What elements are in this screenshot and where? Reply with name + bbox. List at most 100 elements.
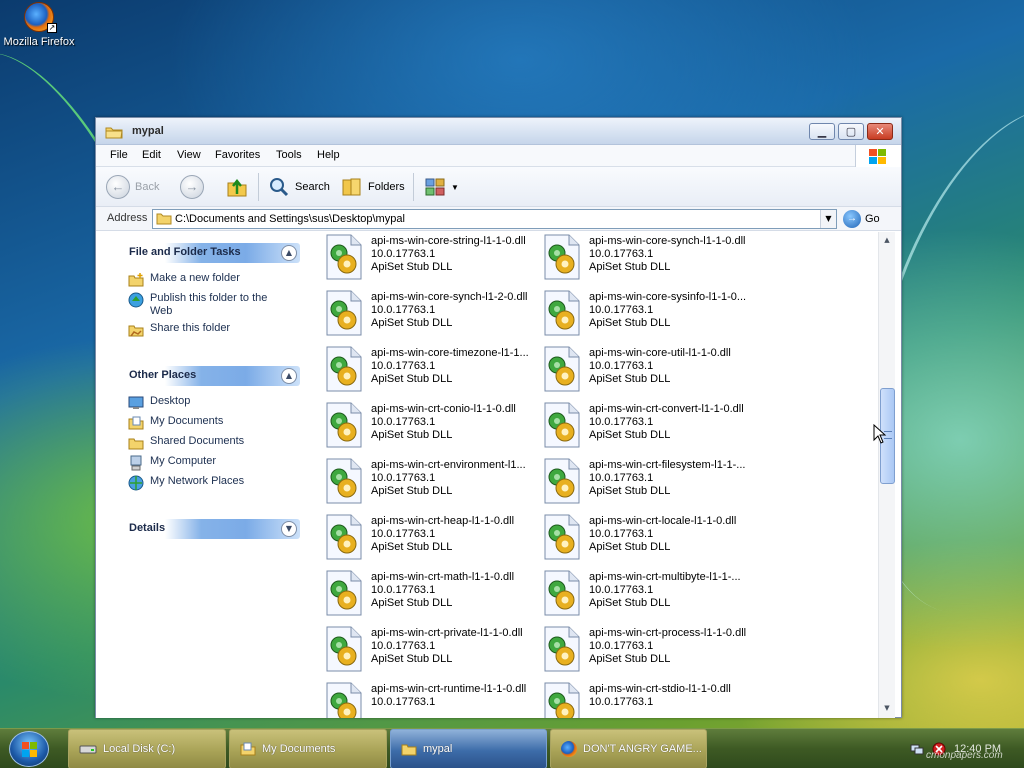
file-description: ApiSet Stub DLL (371, 317, 453, 329)
back-label: Back (135, 181, 160, 193)
taskbar-button-local-disk[interactable]: Local Disk (C:) (68, 729, 226, 768)
taskbar: Local Disk (C:) My Documents mypal DON'T… (0, 728, 1024, 768)
taskbar-button-mypal[interactable]: mypal (390, 729, 547, 768)
place-my-computer[interactable]: My Computer (128, 455, 290, 471)
views-button[interactable]: ▼ (424, 175, 459, 199)
place-my-network-places[interactable]: My Network Places (128, 475, 290, 491)
menu-tools[interactable]: Tools (276, 149, 302, 161)
dll-file-icon (326, 626, 362, 672)
file-item[interactable]: api-ms-win-core-util-l1-1-0.dll 10.0.1776… (526, 344, 744, 398)
resize-cursor-icon (873, 424, 887, 444)
group-header-details[interactable]: Details ▼ (120, 519, 300, 539)
shortcut-arrow-icon: ↗ (47, 23, 57, 33)
file-version: 10.0.17763.1 (371, 472, 436, 484)
go-arrow-icon: → (843, 210, 861, 228)
folders-icon (342, 178, 361, 196)
file-item[interactable]: api-ms-win-crt-process-l1-1-0.dll 10.0.17… (526, 624, 746, 678)
scroll-down-icon[interactable]: ▼ (879, 700, 895, 716)
file-description: ApiSet Stub DLL (589, 317, 671, 329)
place-desktop[interactable]: Desktop (128, 395, 290, 411)
menu-favorites[interactable]: Favorites (215, 149, 260, 161)
window-title: mypal (132, 125, 164, 137)
file-name: api-ms-win-crt-conio-l1-1-0.dll (371, 403, 516, 415)
file-item[interactable]: api-ms-win-crt-private-l1-1-0.dll 10.0.17… (308, 624, 526, 678)
file-version: 10.0.17763.1 (589, 584, 654, 596)
file-version: 10.0.17763.1 (371, 640, 436, 652)
expand-down-icon[interactable]: ▼ (281, 521, 297, 537)
file-item[interactable]: api-ms-win-crt-multibyte-l1-1-... 10.0.17… (526, 568, 744, 622)
file-item[interactable]: api-ms-win-core-synch-l1-2-0.dll 10.0.177… (308, 288, 527, 342)
minimize-button[interactable]: ▁ (809, 123, 835, 140)
forward-button[interactable]: → (180, 175, 204, 199)
start-button[interactable] (9, 731, 49, 767)
menu-view[interactable]: View (177, 149, 201, 161)
dll-file-icon (326, 514, 362, 560)
file-name: api-ms-win-crt-runtime-l1-1-0.dll (371, 683, 527, 695)
file-item[interactable]: api-ms-win-core-synch-l1-1-0.dll 10.0.177… (526, 232, 745, 286)
file-description: ApiSet Stub DLL (589, 261, 671, 273)
explorer-window: mypal ▁ ▢ ✕ File Edit View Favorites Too… (95, 117, 902, 718)
task-make-new-folder[interactable]: Make a new folder (128, 272, 290, 288)
windows-logo-icon (855, 145, 901, 167)
file-item[interactable]: api-ms-win-crt-filesystem-l1-1-... 10.0.1… (526, 456, 745, 510)
menu-edit[interactable]: Edit (142, 149, 161, 161)
file-version: 10.0.17763.1 (371, 528, 436, 540)
group-header-file-folder-tasks[interactable]: File and Folder Tasks ▲ (120, 243, 300, 263)
file-item[interactable]: api-ms-win-crt-locale-l1-1-0.dll 10.0.177… (526, 512, 744, 566)
file-description: ApiSet Stub DLL (371, 597, 453, 609)
folders-button[interactable]: Folders (341, 175, 405, 199)
file-item[interactable]: api-ms-win-crt-math-l1-1-0.dll 10.0.17763… (308, 568, 526, 622)
go-label: Go (865, 213, 880, 225)
file-item[interactable]: api-ms-win-crt-runtime-l1-1-0.dll 10.0.17… (308, 680, 526, 718)
file-item[interactable]: api-ms-win-crt-stdio-l1-1-0.dll 10.0.1776… (526, 680, 744, 718)
file-version: 10.0.17763.1 (371, 696, 436, 708)
back-button[interactable]: ← Back (106, 175, 159, 199)
menu-file[interactable]: File (110, 149, 128, 161)
file-item[interactable]: api-ms-win-crt-heap-l1-1-0.dll 10.0.17763… (308, 512, 526, 566)
desktop-shortcut-firefox[interactable]: ↗ Mozilla Firefox (2, 2, 76, 48)
watermark: cmonpapers.com (926, 750, 1003, 761)
task-publish-folder[interactable]: Publish this folder to the Web (128, 292, 290, 318)
taskbar-button-firefox[interactable]: DON'T ANGRY GAME... (550, 729, 707, 768)
file-name: api-ms-win-crt-stdio-l1-1-0.dll (589, 683, 731, 695)
network-places-icon (128, 475, 144, 491)
publish-web-icon (128, 292, 144, 308)
maximize-button[interactable]: ▢ (838, 123, 864, 140)
group-header-other-places[interactable]: Other Places ▲ (120, 366, 300, 386)
up-folder-button[interactable] (226, 175, 248, 199)
file-item[interactable]: api-ms-win-crt-conio-l1-1-0.dll 10.0.1776… (308, 400, 526, 454)
collapse-up-icon[interactable]: ▲ (281, 368, 297, 384)
network-icon[interactable] (910, 742, 924, 756)
address-bar: Address C:\Documents and Settings\sus\De… (96, 207, 901, 231)
task-share-folder[interactable]: Share this folder (128, 322, 290, 338)
chevron-down-icon: ▼ (825, 214, 832, 223)
close-button[interactable]: ✕ (867, 123, 893, 140)
file-name: api-ms-win-core-timezone-l1-1... (371, 347, 529, 359)
address-input[interactable]: C:\Documents and Settings\sus\Desktop\my… (152, 209, 837, 229)
collapse-up-icon[interactable]: ▲ (281, 245, 297, 261)
file-item[interactable]: api-ms-win-crt-environment-l1... 10.0.177… (308, 456, 526, 510)
dll-file-icon (544, 626, 580, 672)
file-item[interactable]: api-ms-win-crt-convert-l1-1-0.dll 10.0.17… (526, 400, 744, 454)
address-dropdown-button[interactable]: ▼ (820, 210, 836, 228)
title-bar[interactable]: mypal ▁ ▢ ✕ (96, 118, 901, 145)
file-item[interactable]: api-ms-win-core-timezone-l1-1... 10.0.177… (308, 344, 529, 398)
file-item[interactable]: api-ms-win-core-sysinfo-l1-1-0... 10.0.17… (526, 288, 746, 342)
dll-file-icon (544, 514, 580, 560)
drive-icon (79, 745, 97, 754)
file-item[interactable]: api-ms-win-core-string-l1-1-0.dll 10.0.17… (308, 232, 526, 286)
search-button[interactable]: Search (268, 175, 330, 199)
place-shared-documents[interactable]: Shared Documents (128, 435, 290, 451)
scroll-up-icon[interactable]: ▲ (879, 232, 895, 248)
place-my-documents[interactable]: My Documents (128, 415, 290, 431)
share-folder-icon (128, 325, 144, 337)
menu-help[interactable]: Help (317, 149, 340, 161)
group-title: File and Folder Tasks (129, 246, 241, 258)
taskbar-button-my-documents[interactable]: My Documents (229, 729, 387, 768)
vertical-scrollbar[interactable]: ▲ ▼ (878, 232, 895, 718)
search-label: Search (295, 181, 330, 193)
place-label: Desktop (150, 395, 191, 407)
task-pane: File and Folder Tasks ▲ Make a new folde… (96, 232, 308, 718)
search-icon (270, 178, 289, 197)
go-button[interactable]: → Go (843, 209, 880, 229)
